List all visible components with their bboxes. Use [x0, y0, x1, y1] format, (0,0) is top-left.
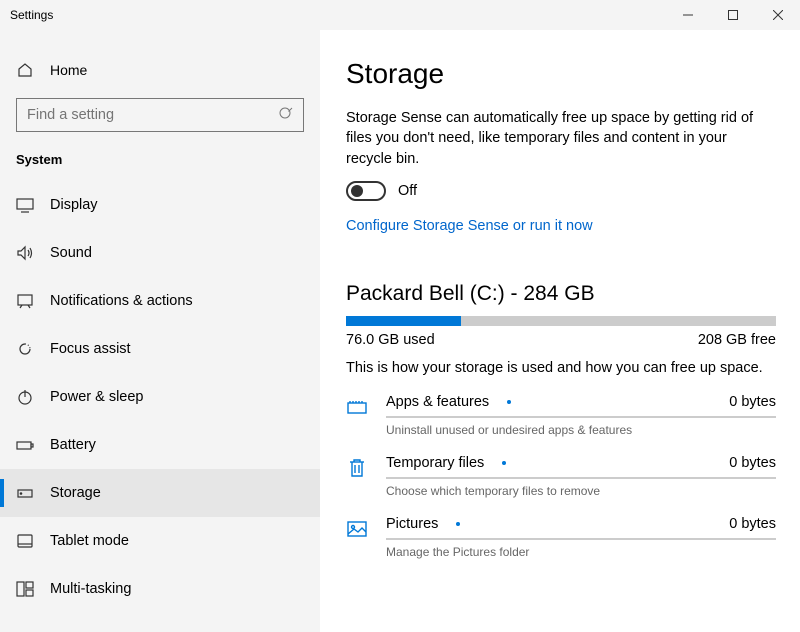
category-size: 0 bytes [729, 516, 776, 532]
storage-icon [16, 484, 34, 502]
focus-icon [16, 340, 34, 358]
storage-sense-toggle-row: Off [346, 181, 776, 201]
drive-title: Packard Bell (C:) - 284 GB [346, 282, 776, 306]
nav-tablet-mode[interactable]: Tablet mode [0, 517, 320, 565]
home-label: Home [50, 62, 87, 78]
used-label: 76.0 GB used [346, 332, 435, 348]
tablet-icon [16, 532, 34, 550]
page-title: Storage [346, 58, 776, 90]
nav-label: Power & sleep [50, 389, 144, 405]
category-bar [386, 416, 776, 418]
loading-dot-icon [502, 461, 506, 465]
window-title: Settings [10, 8, 53, 22]
drive-usage-bar [346, 316, 776, 326]
sidebar: Home System Display Sound Notifications … [0, 30, 320, 632]
display-icon [16, 196, 34, 214]
category-list: Apps & features 0 bytes Uninstall unused… [346, 394, 776, 559]
nav-label: Battery [50, 437, 96, 453]
nav-label: Display [50, 197, 98, 213]
nav-battery[interactable]: Battery [0, 421, 320, 469]
apps-icon [346, 394, 370, 437]
nav-label: Multi-tasking [50, 581, 131, 597]
nav-storage[interactable]: Storage [0, 469, 320, 517]
window-controls [665, 0, 800, 30]
category-name: Apps & features [386, 394, 489, 410]
category-subtext: Manage the Pictures folder [386, 545, 776, 559]
trash-icon [346, 455, 370, 498]
search-icon [278, 106, 294, 122]
power-icon [16, 388, 34, 406]
loading-dot-icon [507, 400, 511, 404]
nav-display[interactable]: Display [0, 181, 320, 229]
category-size: 0 bytes [729, 394, 776, 410]
category-size: 0 bytes [729, 455, 776, 471]
home-nav[interactable]: Home [0, 50, 320, 90]
nav-list: Display Sound Notifications & actions Fo… [0, 181, 320, 613]
close-button[interactable] [755, 0, 800, 30]
nav-label: Focus assist [50, 341, 131, 357]
category-name: Temporary files [386, 455, 484, 471]
drive-usage-fill [346, 316, 461, 326]
category-apps-features[interactable]: Apps & features 0 bytes Uninstall unused… [346, 394, 776, 437]
minimize-button[interactable] [665, 0, 710, 30]
nav-label: Storage [50, 485, 101, 501]
nav-group-label: System [0, 152, 320, 181]
configure-storage-sense-link[interactable]: Configure Storage Sense or run it now [346, 218, 593, 234]
toggle-state-label: Off [398, 183, 417, 199]
main-content: Storage Storage Sense can automatically … [320, 30, 800, 632]
nav-label: Sound [50, 245, 92, 261]
notifications-icon [16, 292, 34, 310]
nav-label: Notifications & actions [50, 293, 193, 309]
storage-sense-description: Storage Sense can automatically free up … [346, 108, 776, 169]
drive-usage-legend: 76.0 GB used 208 GB free [346, 332, 776, 348]
home-icon [16, 62, 34, 78]
category-subtext: Uninstall unused or undesired apps & fea… [386, 423, 776, 437]
category-bar [386, 477, 776, 479]
pictures-icon [346, 516, 370, 559]
storage-sense-toggle[interactable] [346, 181, 386, 201]
battery-icon [16, 436, 34, 454]
category-pictures[interactable]: Pictures 0 bytes Manage the Pictures fol… [346, 516, 776, 559]
nav-focus-assist[interactable]: Focus assist [0, 325, 320, 373]
nav-power-sleep[interactable]: Power & sleep [0, 373, 320, 421]
category-name: Pictures [386, 516, 438, 532]
maximize-button[interactable] [710, 0, 755, 30]
free-label: 208 GB free [698, 332, 776, 348]
loading-dot-icon [456, 522, 460, 526]
nav-notifications[interactable]: Notifications & actions [0, 277, 320, 325]
category-subtext: Choose which temporary files to remove [386, 484, 776, 498]
nav-sound[interactable]: Sound [0, 229, 320, 277]
search-input[interactable] [17, 99, 303, 131]
usage-description: This is how your storage is used and how… [346, 360, 776, 376]
nav-label: Tablet mode [50, 533, 129, 549]
search-box[interactable] [16, 98, 304, 132]
category-temporary-files[interactable]: Temporary files 0 bytes Choose which tem… [346, 455, 776, 498]
category-bar [386, 538, 776, 540]
nav-multitasking[interactable]: Multi-tasking [0, 565, 320, 613]
multitasking-icon [16, 580, 34, 598]
sound-icon [16, 244, 34, 262]
titlebar: Settings [0, 0, 800, 30]
